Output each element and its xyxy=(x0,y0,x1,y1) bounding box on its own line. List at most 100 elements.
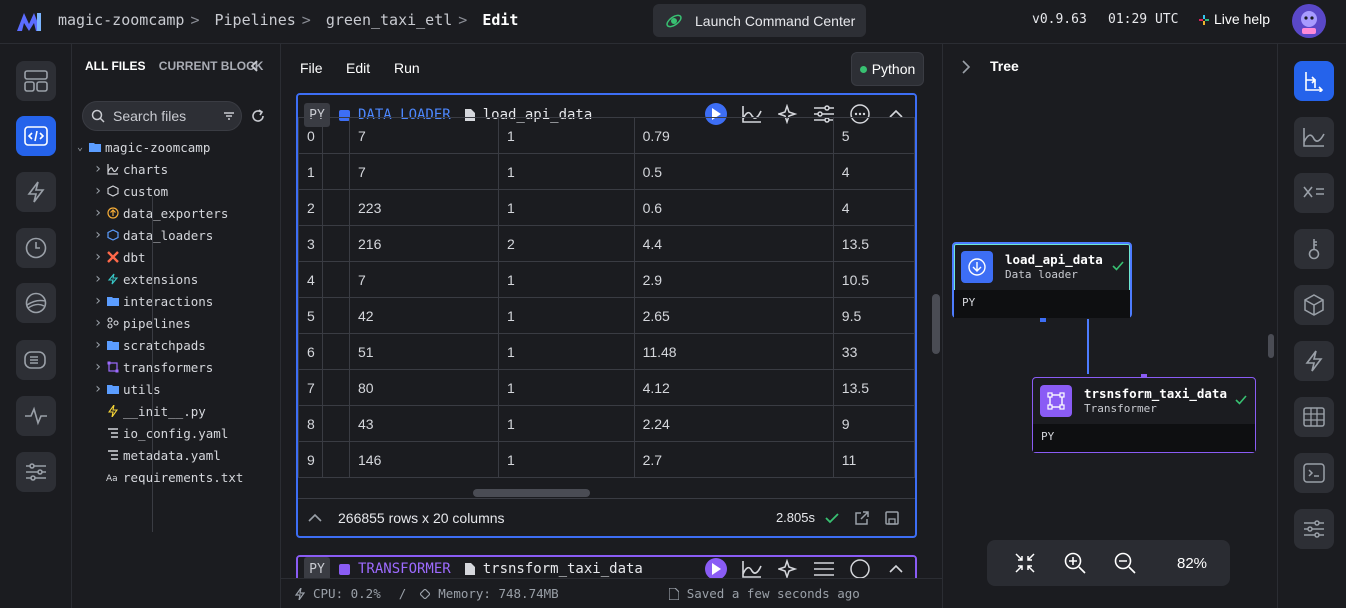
run-block-button[interactable] xyxy=(705,558,727,580)
sparkle-icon xyxy=(778,559,798,579)
tree-item-label: interactions xyxy=(123,293,214,309)
collapse-block-button[interactable] xyxy=(885,558,907,580)
chart-icon xyxy=(106,162,120,176)
external-link-icon[interactable] xyxy=(855,510,869,525)
row-index: 8 xyxy=(298,405,324,442)
launch-command-center-button[interactable]: Launch Command Center xyxy=(653,4,866,37)
breadcrumb-pipeline[interactable]: green_taxi_etl xyxy=(326,11,452,29)
charts-view-button[interactable] xyxy=(1294,117,1334,157)
tree-folder[interactable]: › transformers xyxy=(72,356,281,378)
user-avatar[interactable] xyxy=(1292,4,1326,38)
fit-view-button[interactable] xyxy=(1013,551,1037,575)
folder-icon xyxy=(106,294,120,308)
cube-icon xyxy=(1304,294,1324,316)
table-cell: 7 xyxy=(349,153,500,190)
file-icon xyxy=(464,563,475,575)
tree-folder[interactable]: › extensions xyxy=(72,268,281,290)
settings-view-button[interactable] xyxy=(1294,509,1334,549)
horizontal-scrollbar[interactable] xyxy=(473,489,590,497)
terminal-view-button[interactable] xyxy=(1294,453,1334,493)
nav-backfills-button[interactable] xyxy=(16,283,56,323)
row-index: 5 xyxy=(298,297,324,334)
tree-node-trsnsform-taxi-data[interactable]: trsnsform_taxi_data Transformer PY xyxy=(1032,377,1256,453)
tree-folder[interactable]: › interactions xyxy=(72,290,281,312)
menu-edit[interactable]: Edit xyxy=(346,60,370,76)
tree-folder[interactable]: › dbt xyxy=(72,246,281,268)
collapse-chevron-icon[interactable] xyxy=(250,60,260,72)
table-icon xyxy=(1303,407,1325,427)
tree-folder[interactable]: › pipelines xyxy=(72,312,281,334)
tree-file[interactable]: __init__.py xyxy=(72,400,281,422)
zoom-out-button[interactable] xyxy=(1113,551,1137,575)
tab-current-block[interactable]: CURRENT BLOCK xyxy=(159,59,264,73)
tree-root[interactable]: ⌄ magic-zoomcamp xyxy=(72,136,281,158)
nav-code-button[interactable] xyxy=(16,116,56,156)
table-view-button[interactable] xyxy=(1294,397,1334,437)
tree-folder[interactable]: › custom xyxy=(72,180,281,202)
triggers-view-button[interactable] xyxy=(1294,341,1334,381)
tree-folder[interactable]: › data_loaders xyxy=(72,224,281,246)
block-output-footer: 266855 rows x 20 columns 2.805s xyxy=(298,498,915,536)
save-icon[interactable] xyxy=(885,510,899,525)
nav-settings-button[interactable] xyxy=(16,452,56,492)
breadcrumb-pipelines[interactable]: Pipelines xyxy=(215,11,296,29)
chevron-down-icon: ⌄ xyxy=(76,141,84,153)
terminal-icon xyxy=(1303,463,1325,483)
table-cell xyxy=(322,189,351,226)
variables-view-button[interactable] xyxy=(1294,173,1334,213)
tree-view-button[interactable] xyxy=(1294,61,1334,101)
menu-run[interactable]: Run xyxy=(394,60,420,76)
zoom-in-button[interactable] xyxy=(1063,551,1087,575)
table-cell: 51 xyxy=(349,333,500,370)
tree-file[interactable]: Aa requirements.txt xyxy=(72,466,281,488)
nav-overview-button[interactable] xyxy=(16,61,56,101)
tree-folder[interactable]: › scratchpads xyxy=(72,334,281,356)
table-cell: 1 xyxy=(498,189,635,226)
blocks-view-button[interactable] xyxy=(1294,285,1334,325)
ai-button[interactable] xyxy=(777,558,799,580)
live-help-link[interactable]: Live help xyxy=(1198,11,1270,27)
tree-folder[interactable]: › charts xyxy=(72,158,281,180)
tree-folder[interactable]: › data_exporters xyxy=(72,202,281,224)
tab-all-files[interactable]: ALL FILES xyxy=(85,59,145,73)
block-settings-button[interactable] xyxy=(813,558,835,580)
dependency-tree-panel: Tree load_api_data Data loader PY trsnsfo… xyxy=(942,44,1277,608)
text-file-icon: Aa xyxy=(106,470,120,484)
menu-file[interactable]: File xyxy=(300,60,323,76)
folder-icon xyxy=(106,338,120,352)
refresh-icon[interactable] xyxy=(250,108,266,124)
nav-triggers-button[interactable] xyxy=(16,172,56,212)
mage-logo-icon[interactable] xyxy=(16,10,42,32)
search-input[interactable] xyxy=(113,108,223,124)
chart-button[interactable] xyxy=(741,558,763,580)
output-table-container[interactable]: 0 7 1 0.79 5 1 7 1 0.5 4 2 223 1 0.6 4 3 216 2 4.4 13.5 4 7 1 2… xyxy=(298,117,915,484)
breadcrumb-project[interactable]: magic-zoomcamp xyxy=(58,11,184,29)
nav-monitor-button[interactable] xyxy=(16,396,56,436)
row-index: 7 xyxy=(298,369,324,406)
block-name[interactable]: trsnsform_taxi_data xyxy=(483,561,643,577)
breadcrumb: magic-zoomcamp > Pipelines > green_taxi_et… xyxy=(58,11,519,29)
svg-text:Aa: Aa xyxy=(106,474,118,482)
table-row: 2 223 1 0.6 4 xyxy=(298,189,915,226)
tree-file[interactable]: metadata.yaml xyxy=(72,444,281,466)
language-badge[interactable]: Python xyxy=(851,52,924,86)
table-cell: 42 xyxy=(349,297,500,334)
memory-icon xyxy=(420,588,431,599)
secrets-view-button[interactable] xyxy=(1294,229,1334,269)
chevron-up-icon[interactable] xyxy=(308,513,322,523)
more-icon xyxy=(850,559,870,579)
filter-icon[interactable] xyxy=(223,110,235,122)
tree-file[interactable]: io_config.yaml xyxy=(72,422,281,444)
tree-node-load-api-data[interactable]: load_api_data Data loader PY xyxy=(952,242,1132,318)
vertical-scrollbar[interactable] xyxy=(932,294,940,354)
slack-icon xyxy=(1198,13,1210,25)
status-bar: CPU: 0.2% / Memory: 748.74MB Saved a few… xyxy=(281,578,942,608)
nav-runs-button[interactable] xyxy=(16,228,56,268)
table-cell: 0.6 xyxy=(633,189,834,226)
more-options-button[interactable] xyxy=(849,558,871,580)
tree-folder[interactable]: › utils xyxy=(72,378,281,400)
extension-icon xyxy=(106,272,120,286)
nav-logs-button[interactable] xyxy=(16,340,56,380)
tree-scrollbar[interactable] xyxy=(1268,334,1274,358)
live-help-label: Live help xyxy=(1214,11,1271,27)
